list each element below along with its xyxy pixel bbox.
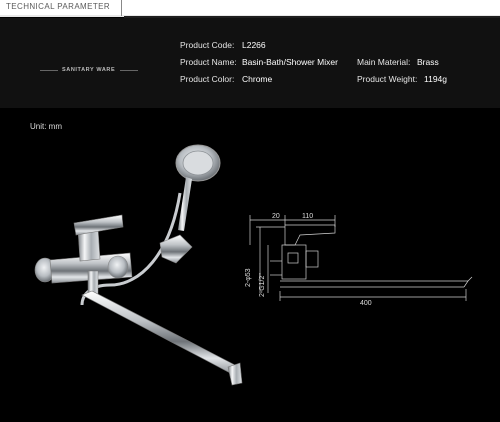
product-color-value: Chrome: [242, 74, 273, 84]
unit-note: Unit: mm: [30, 122, 62, 131]
brand-label: SANITARY WARE: [62, 67, 116, 73]
product-code-label: Product Code:: [180, 40, 235, 50]
spout: [81, 290, 236, 376]
product-name-label: Product Name:: [180, 57, 237, 67]
dim-label-20: 20: [272, 213, 280, 220]
brand-rule-right: [120, 70, 138, 71]
brand-mark: SANITARY WARE: [40, 67, 140, 75]
dim-label-110: 110: [302, 213, 313, 220]
main-material-label: Main Material:: [357, 57, 411, 67]
product-code-value: L2266: [242, 40, 266, 50]
main-material-value: Brass: [417, 57, 439, 67]
brand-rule-left: [40, 70, 58, 71]
product-name-value: Basin-Bath/Shower Mixer: [242, 57, 338, 67]
dim-label-g12: 2-G1/2": [259, 273, 266, 297]
shower-handle: [178, 177, 192, 231]
product-color-label: Product Color:: [180, 74, 235, 84]
product-weight-label: Product Weight:: [357, 74, 418, 84]
dim-label-88: 88: [240, 249, 241, 257]
faucet-product-image: [34, 144, 243, 386]
header-tick: [121, 0, 122, 16]
product-weight-value: 1194g: [424, 74, 448, 84]
dim-label-400: 400: [360, 300, 372, 307]
dim-label-phi53: 2-φ53: [245, 268, 252, 287]
shower-holder: [159, 234, 193, 264]
technical-drawing: 20 110 88 2-φ53 2-G1/2" 400: [240, 213, 473, 307]
header-title: TECHNICAL PARAMETER: [6, 2, 111, 11]
